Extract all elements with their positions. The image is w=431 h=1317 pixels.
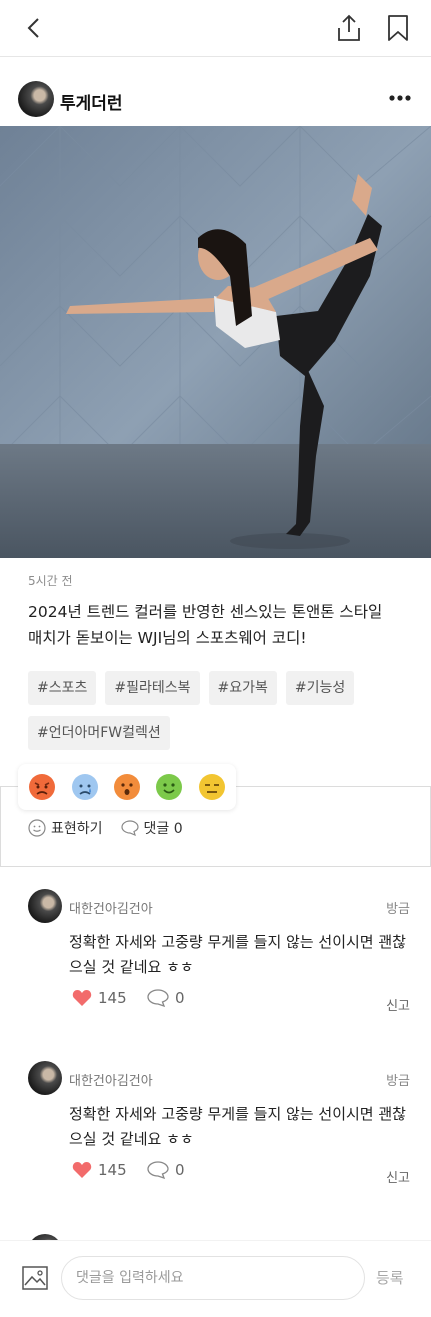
- like-button[interactable]: 145: [72, 1161, 127, 1179]
- emoji-picker: [18, 764, 236, 810]
- avatar[interactable]: [28, 1061, 62, 1095]
- angry-emoji-icon[interactable]: [28, 773, 56, 801]
- caption-line: 매치가 돋보이는 WJI님의 스포츠웨어 코디!: [28, 629, 307, 647]
- comment-input[interactable]: 댓글을 입력하세요: [61, 1256, 365, 1300]
- reply-count: 0: [175, 989, 185, 1007]
- post-actions: 표현하기 댓글 0: [28, 817, 201, 839]
- comment-item: 대한건아김건아 방금 정확한 자세와 고중량 무게를 들지 않는 선이시면 괜찮…: [0, 889, 431, 1019]
- tag-chip[interactable]: #요가복: [208, 671, 277, 705]
- post-photo: [0, 126, 431, 558]
- like-count: 145: [98, 1161, 127, 1179]
- chevron-left-icon[interactable]: [22, 16, 46, 40]
- comment-author[interactable]: 대한건아김건아: [69, 1070, 153, 1089]
- comment-icon: [120, 820, 139, 836]
- tag-chip[interactable]: #필라테스복: [105, 671, 200, 705]
- tag-chip[interactable]: #언더아머FW컬렉션: [28, 716, 170, 750]
- post-caption: 2024년 트렌드 컬러를 반영한 센스있는 톤앤톤 스타일 매치가 돋보이는 …: [28, 599, 408, 651]
- reply-button[interactable]: 0: [147, 1161, 185, 1179]
- sad-emoji-icon[interactable]: [71, 773, 99, 801]
- like-button[interactable]: 145: [72, 989, 127, 1007]
- comment-icon: [147, 1161, 169, 1179]
- annoyed-emoji-icon[interactable]: [198, 773, 226, 801]
- avatar[interactable]: [18, 81, 54, 117]
- top-bar: [0, 0, 431, 57]
- author-name[interactable]: 투게더런: [60, 89, 123, 114]
- comment-author[interactable]: 대한건아김건아: [69, 898, 153, 917]
- express-button[interactable]: 표현하기: [28, 818, 103, 838]
- comment-time: 방금: [386, 902, 410, 917]
- happy-emoji-icon[interactable]: [155, 773, 183, 801]
- report-button[interactable]: 신고: [386, 1167, 410, 1186]
- comment-count-label: 댓글 0: [143, 821, 183, 837]
- express-label: 표현하기: [51, 821, 103, 837]
- comment-count-button[interactable]: 댓글 0: [120, 818, 183, 838]
- bookmark-icon[interactable]: [386, 14, 410, 42]
- share-icon[interactable]: [336, 14, 362, 42]
- heart-icon: [72, 990, 92, 1006]
- avatar[interactable]: [28, 889, 62, 923]
- tag-chip[interactable]: #기능성: [285, 671, 355, 705]
- report-button[interactable]: 신고: [386, 995, 410, 1014]
- comment-item: 대한건아김건아 방금 정확한 자세와 고중량 무게를 들지 않는 선이시면 괜찮…: [0, 1061, 431, 1191]
- tag-chip[interactable]: #스포츠: [28, 671, 97, 705]
- post-time: 5시간 전: [28, 574, 73, 588]
- comment-icon: [147, 989, 169, 1007]
- submit-button[interactable]: 등록: [376, 1267, 404, 1288]
- reply-count: 0: [175, 1161, 185, 1179]
- tag-list: #스포츠 #필라테스복 #요가복 #기능성 #언더아머FW컬렉션: [28, 671, 408, 750]
- comment-text: 정확한 자세와 고중량 무게를 들지 않는 선이시면 괜찮으실 것 같네요 ㅎㅎ: [69, 1105, 406, 1148]
- more-options-icon[interactable]: [388, 86, 412, 110]
- reply-button[interactable]: 0: [147, 989, 185, 1007]
- smile-icon: [28, 819, 46, 837]
- like-count: 145: [98, 989, 127, 1007]
- heart-icon: [72, 1162, 92, 1178]
- surprised-emoji-icon[interactable]: [113, 773, 141, 801]
- image-icon[interactable]: [22, 1265, 48, 1291]
- comment-time: 방금: [386, 1074, 410, 1089]
- comment-input-bar: 댓글을 입력하세요 등록: [0, 1240, 431, 1317]
- caption-line: 2024년 트렌드 컬러를 반영한 센스있는 톤앤톤 스타일: [28, 603, 383, 621]
- post-author-row: 투게더런: [0, 78, 431, 120]
- comment-text: 정확한 자세와 고중량 무게를 들지 않는 선이시면 괜찮으실 것 같네요 ㅎㅎ: [69, 933, 406, 976]
